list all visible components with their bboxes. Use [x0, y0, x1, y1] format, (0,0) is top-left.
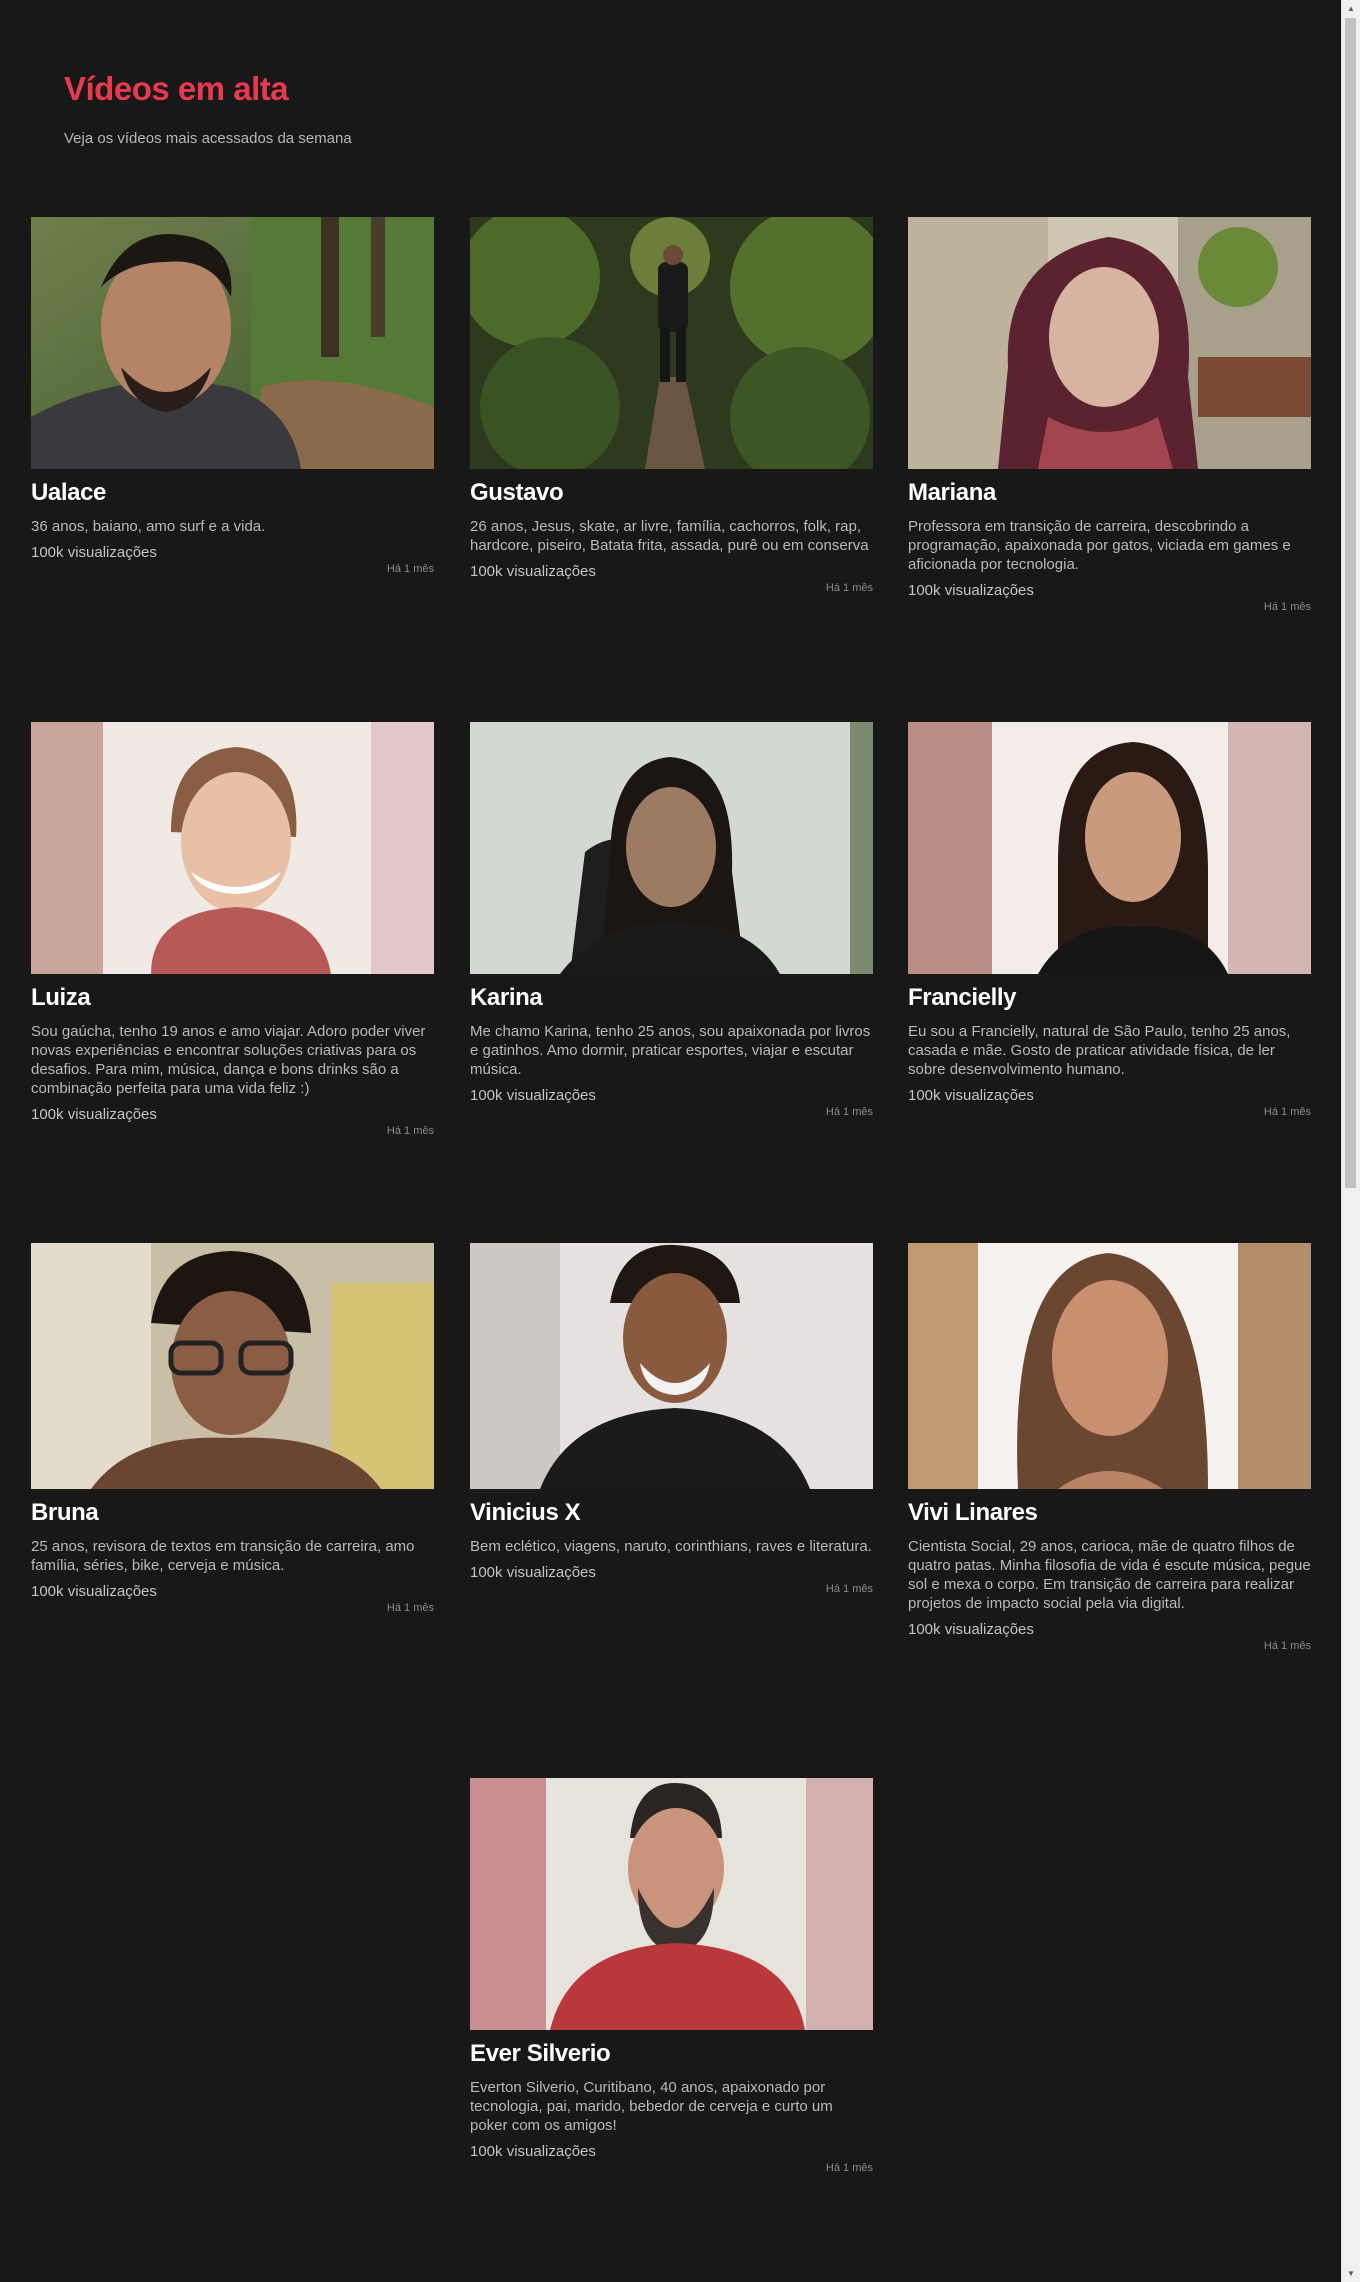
video-author-name[interactable]: Vinicius X	[470, 1498, 873, 1528]
video-description: Bem eclético, viagens, naruto, corinthia…	[470, 1538, 872, 1555]
video-description: Professora em transição de carreira, des…	[908, 518, 1291, 573]
video-thumbnail[interactable]	[908, 217, 1311, 469]
view-count: 100k visualizações	[31, 1106, 157, 1123]
video-author-name[interactable]: Francielly	[908, 983, 1311, 1013]
woman-black-top-thumbnail	[908, 722, 1311, 974]
video-description: Sou gaúcha, tenho 19 anos e amo viajar. …	[31, 1023, 426, 1097]
view-count: 100k visualizações	[470, 1087, 596, 1104]
upload-time: Há 1 mês	[825, 582, 873, 594]
video-description: Everton Silverio, Curitibano, 40 anos, a…	[470, 2079, 833, 2134]
video-author-name[interactable]: Vivi Linares	[908, 1498, 1311, 1528]
upload-time: Há 1 mês	[825, 1583, 873, 1595]
video-description: 26 anos, Jesus, skate, ar livre, família…	[470, 518, 869, 554]
view-count: 100k visualizações	[908, 1087, 1034, 1104]
video-thumbnail[interactable]	[470, 722, 873, 974]
video-card-karina[interactable]: Karina Me chamo Karina, tenho 25 anos, s…	[470, 722, 873, 1118]
view-count: 100k visualizações	[908, 1621, 1034, 1638]
video-thumbnail[interactable]	[908, 1243, 1311, 1489]
scrollbar-thumb[interactable]	[1345, 18, 1356, 1188]
video-thumbnail[interactable]	[31, 217, 434, 469]
video-thumbnail[interactable]	[470, 1243, 873, 1489]
vertical-scrollbar[interactable]: ▲ ▼	[1341, 0, 1360, 2282]
trending-videos-page: Vídeos em alta Veja os vídeos mais acess…	[0, 0, 1342, 2282]
video-card-francielly[interactable]: Francielly Eu sou a Francielly, natural …	[908, 722, 1311, 1118]
video-card-bruna[interactable]: Bruna 25 anos, revisora de textos em tra…	[31, 1243, 434, 1614]
upload-time: Há 1 mês	[1263, 1106, 1311, 1118]
woman-webcam-thumbnail	[470, 722, 873, 974]
upload-time: Há 1 mês	[386, 563, 434, 575]
video-author-name[interactable]: Gustavo	[470, 478, 873, 508]
section-header: Vídeos em alta Veja os vídeos mais acess…	[64, 70, 352, 147]
video-author-name[interactable]: Bruna	[31, 1498, 434, 1528]
video-card-luiza[interactable]: Luiza Sou gaúcha, tenho 19 anos e amo vi…	[31, 722, 434, 1137]
video-card-vinicius-x[interactable]: Vinicius X Bem eclético, viagens, naruto…	[470, 1243, 873, 1595]
upload-time: Há 1 mês	[1263, 1640, 1311, 1652]
upload-time: Há 1 mês	[825, 1106, 873, 1118]
upload-time: Há 1 mês	[825, 2162, 873, 2174]
upload-time: Há 1 mês	[1263, 601, 1311, 613]
video-card-mariana[interactable]: Mariana Professora em transição de carre…	[908, 217, 1311, 613]
view-count: 100k visualizações	[470, 2143, 596, 2160]
woman-red-sweater-thumbnail	[31, 722, 434, 974]
video-thumbnail[interactable]	[908, 722, 1311, 974]
man-black-hoodie-thumbnail	[470, 1243, 873, 1489]
woman-stone-wall-thumbnail	[908, 217, 1311, 469]
scroll-down-icon[interactable]: ▼	[1342, 2265, 1360, 2282]
video-card-gustavo[interactable]: Gustavo 26 anos, Jesus, skate, ar livre,…	[470, 217, 873, 594]
video-description: 25 anos, revisora de textos em transição…	[31, 1538, 415, 1574]
man-selfie-forest-thumbnail	[31, 217, 434, 469]
video-card-ever-silverio[interactable]: Ever Silverio Everton Silverio, Curitiba…	[470, 1778, 873, 2174]
video-author-name[interactable]: Mariana	[908, 478, 1311, 508]
video-thumbnail[interactable]	[31, 1243, 434, 1489]
video-thumbnail[interactable]	[31, 722, 434, 974]
page-title: Vídeos em alta	[64, 70, 289, 107]
view-count: 100k visualizações	[31, 544, 157, 561]
video-description: 36 anos, baiano, amo surf e a vida.	[31, 518, 266, 535]
video-description: Me chamo Karina, tenho 25 anos, sou apai…	[470, 1023, 871, 1078]
video-thumbnail[interactable]	[470, 217, 873, 469]
scroll-up-icon[interactable]: ▲	[1342, 0, 1360, 17]
video-author-name[interactable]: Ualace	[31, 478, 434, 508]
video-card-ualace[interactable]: Ualace 36 anos, baiano, amo surf e a vid…	[31, 217, 434, 575]
hiker-forest-trail-thumbnail	[470, 217, 873, 469]
woman-portrait-thumbnail	[908, 1243, 1311, 1489]
video-author-name[interactable]: Ever Silverio	[470, 2039, 873, 2069]
woman-glasses-thumbnail	[31, 1243, 434, 1489]
view-count: 100k visualizações	[31, 1583, 157, 1600]
upload-time: Há 1 mês	[386, 1125, 434, 1137]
view-count: 100k visualizações	[470, 563, 596, 580]
video-thumbnail[interactable]	[470, 1778, 873, 2030]
video-description: Eu sou a Francielly, natural de São Paul…	[908, 1023, 1291, 1078]
video-author-name[interactable]: Luiza	[31, 983, 434, 1013]
upload-time: Há 1 mês	[386, 1602, 434, 1614]
view-count: 100k visualizações	[908, 582, 1034, 599]
video-author-name[interactable]: Karina	[470, 983, 873, 1013]
view-count: 100k visualizações	[470, 1564, 596, 1581]
video-description: Cientista Social, 29 anos, carioca, mãe …	[908, 1538, 1311, 1612]
page-subtitle: Veja os vídeos mais acessados da semana	[64, 130, 352, 147]
video-card-vivi-linares[interactable]: Vivi Linares Cientista Social, 29 anos, …	[908, 1243, 1311, 1652]
man-red-shirt-thumbnail	[470, 1778, 873, 2030]
